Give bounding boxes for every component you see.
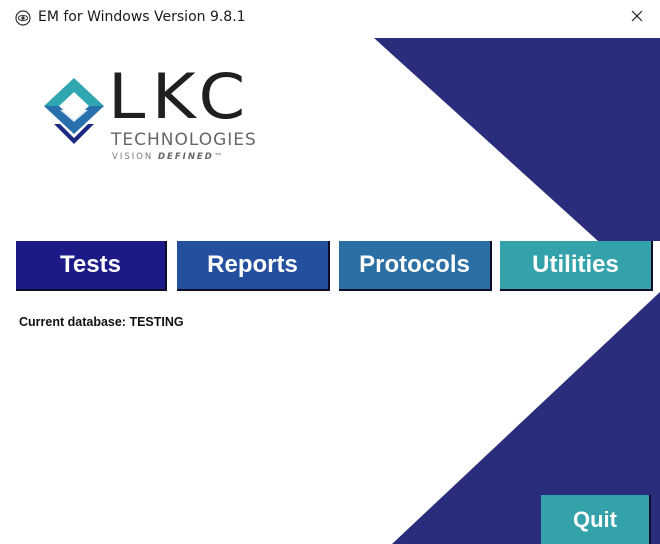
protocols-button[interactable]: Protocols — [339, 241, 492, 291]
eye-icon — [15, 10, 31, 26]
close-button[interactable] — [614, 0, 660, 36]
window-title: EM for Windows Version 9.8.1 — [38, 9, 246, 25]
logo-wordmark: LKC — [108, 60, 252, 133]
top-right-navy-shape — [374, 38, 660, 241]
tests-button[interactable]: Tests — [16, 241, 167, 291]
reports-button[interactable]: Reports — [177, 241, 330, 291]
app-window: EM for Windows Version 9.8.1 LKC TECHNOL… — [0, 0, 660, 544]
logo-tagline-prefix: VISION — [112, 152, 158, 162]
logo-technologies: TECHNOLOGIES — [111, 130, 257, 150]
quit-button[interactable]: Quit — [541, 495, 651, 544]
logo-tagline: VISION DEFINED™ — [112, 153, 224, 162]
logo-tagline-tm: ™ — [213, 152, 225, 162]
lkc-diamond-logo-icon — [44, 78, 104, 150]
logo-tagline-emphasis: DEFINED — [157, 152, 214, 162]
close-icon — [631, 9, 643, 27]
utilities-button[interactable]: Utilities — [500, 241, 653, 291]
current-database-label: Current database: TESTING — [19, 315, 184, 329]
title-bar: EM for Windows Version 9.8.1 — [0, 0, 660, 36]
company-logo: LKC TECHNOLOGIES VISION DEFINED™ — [44, 66, 284, 172]
